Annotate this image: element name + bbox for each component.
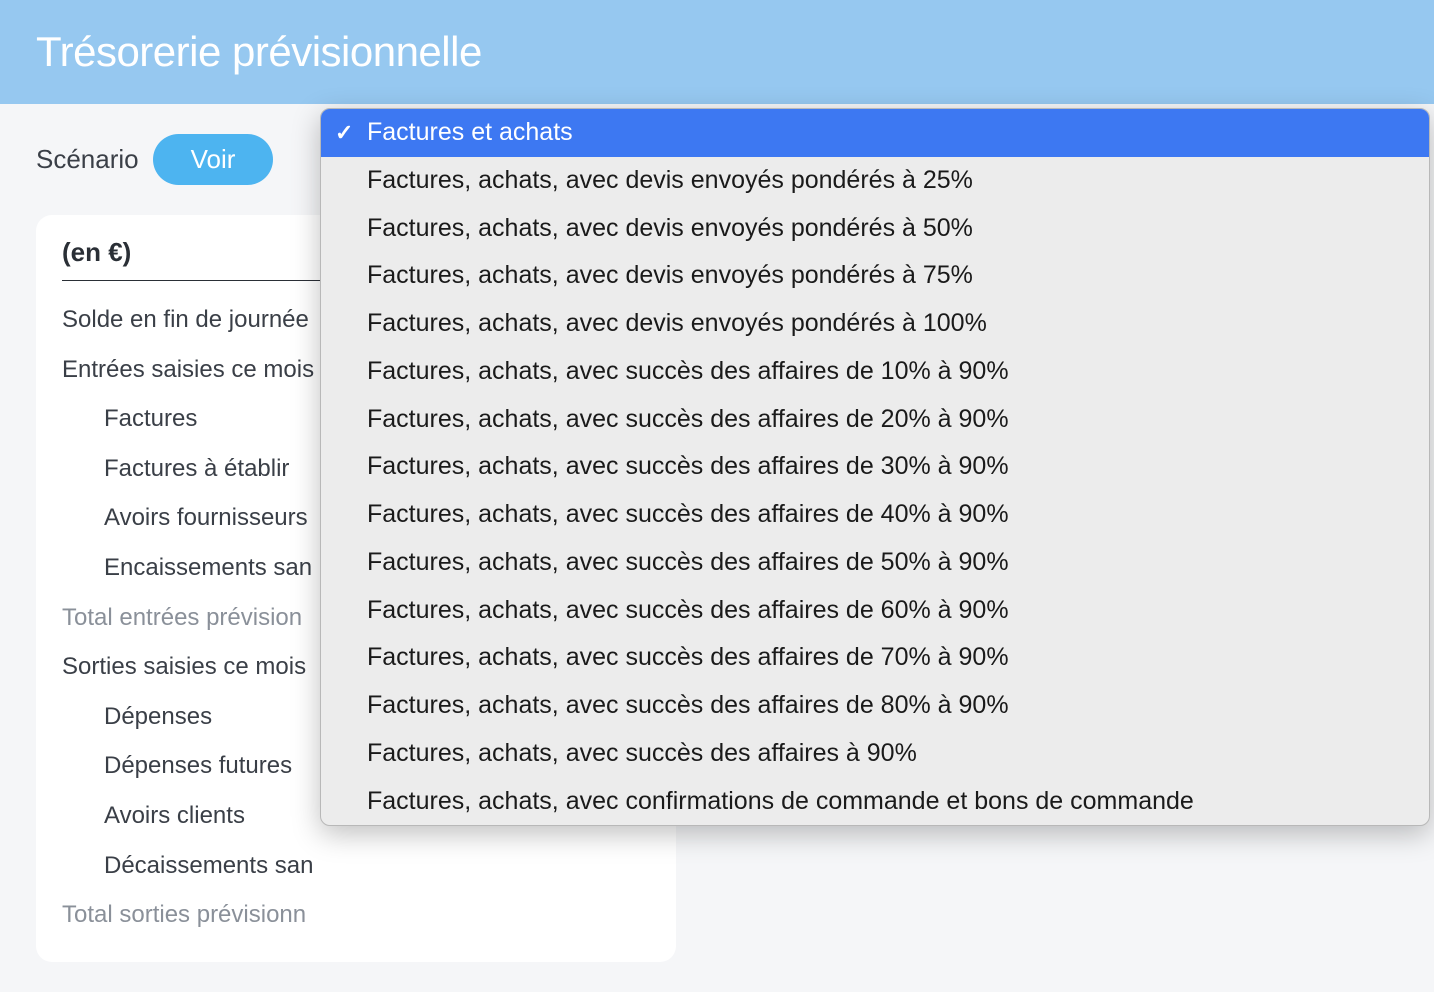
dropdown-option-label: Factures, achats, avec succès des affair… — [367, 689, 1009, 723]
dropdown-option[interactable]: Factures, achats, avec succès des affair… — [321, 348, 1429, 396]
check-icon: ✓ — [335, 118, 353, 148]
dropdown-option[interactable]: Factures, achats, avec succès des affair… — [321, 491, 1429, 539]
scenario-label: Scénario — [36, 144, 139, 175]
dropdown-option-label: Factures, achats, avec succès des affair… — [367, 546, 1009, 580]
dropdown-option-label: Factures, achats, avec devis envoyés pon… — [367, 259, 973, 293]
dropdown-option-label: Factures, achats, avec succès des affair… — [367, 450, 1009, 484]
dropdown-option[interactable]: Factures, achats, avec succès des affair… — [321, 587, 1429, 635]
dropdown-option-label: Factures, achats, avec succès des affair… — [367, 403, 1009, 437]
dropdown-option[interactable]: Factures, achats, avec succès des affair… — [321, 396, 1429, 444]
dropdown-option[interactable]: Factures, achats, avec succès des affair… — [321, 539, 1429, 587]
scenario-dropdown[interactable]: ✓ Factures et achats Factures, achats, ave… — [320, 108, 1430, 826]
dropdown-option[interactable]: ✓ Factures et achats — [321, 109, 1429, 157]
page-header: Trésorerie prévisionnelle — [0, 0, 1434, 104]
dropdown-option[interactable]: Factures, achats, avec succès des affair… — [321, 682, 1429, 730]
dropdown-option-label: Factures, achats, avec succès des affair… — [367, 498, 1009, 532]
dropdown-option-label: Factures et achats — [367, 116, 573, 150]
content-area: Scénario Voir (en €) Solde en fin de jou… — [0, 104, 1434, 992]
dropdown-option[interactable]: Factures, achats, avec devis envoyés pon… — [321, 252, 1429, 300]
dropdown-option[interactable]: Factures, achats, avec succès des affair… — [321, 443, 1429, 491]
table-row: Décaissements san — [62, 841, 650, 891]
dropdown-option-label: Factures, achats, avec devis envoyés pon… — [367, 164, 973, 198]
dropdown-option[interactable]: Factures, achats, avec devis envoyés pon… — [321, 205, 1429, 253]
dropdown-option-label: Factures, achats, avec devis envoyés pon… — [367, 212, 973, 246]
dropdown-option[interactable]: Factures, achats, avec confirmations de … — [321, 778, 1429, 826]
dropdown-option-label: Factures, achats, avec succès des affair… — [367, 737, 917, 771]
dropdown-option-label: Factures, achats, avec succès des affair… — [367, 641, 1009, 675]
dropdown-option-label: Factures, achats, avec succès des affair… — [367, 355, 1009, 389]
page-title: Trésorerie prévisionnelle — [36, 28, 1398, 76]
dropdown-option-label: Factures, achats, avec devis envoyés pon… — [367, 307, 987, 341]
voir-button[interactable]: Voir — [153, 134, 274, 185]
table-row: Total sorties prévisionn — [62, 890, 650, 940]
dropdown-option-label: Factures, achats, avec confirmations de … — [367, 785, 1194, 819]
dropdown-option[interactable]: Factures, achats, avec devis envoyés pon… — [321, 300, 1429, 348]
dropdown-option[interactable]: Factures, achats, avec succès des affair… — [321, 634, 1429, 682]
dropdown-option-label: Factures, achats, avec succès des affair… — [367, 594, 1009, 628]
dropdown-option[interactable]: Factures, achats, avec devis envoyés pon… — [321, 157, 1429, 205]
dropdown-option[interactable]: Factures, achats, avec succès des affair… — [321, 730, 1429, 778]
